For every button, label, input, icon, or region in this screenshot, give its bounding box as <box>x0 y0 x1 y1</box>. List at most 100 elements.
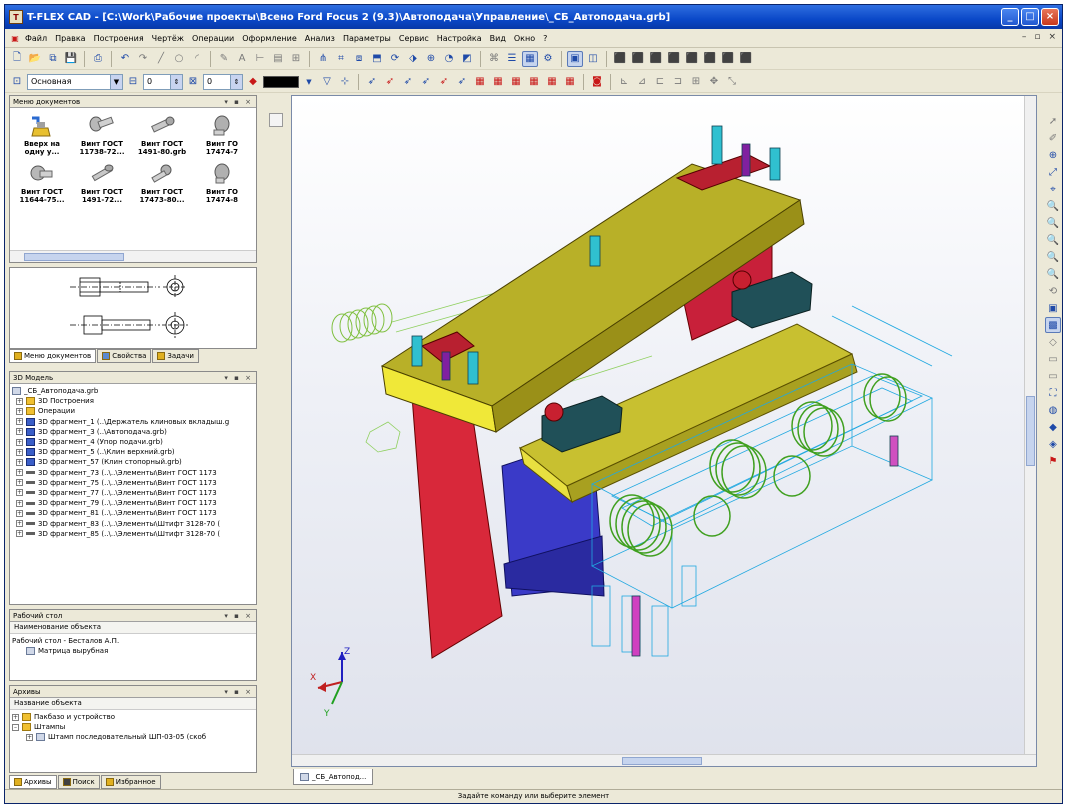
menu-help[interactable]: ? <box>539 34 551 43</box>
wireframe-icon[interactable]: ◇ <box>1045 334 1061 350</box>
menu-window[interactable]: Окно <box>510 34 539 43</box>
collapse-icon[interactable]: – <box>12 723 19 731</box>
light-icon[interactable]: ◍ <box>1045 402 1061 418</box>
3d-model-render[interactable]: Z X Y <box>292 96 1026 756</box>
menu-view[interactable]: Вид <box>486 34 510 43</box>
expand-icon[interactable]: + <box>16 479 23 487</box>
texture-icon[interactable]: ◈ <box>1045 436 1061 452</box>
undo-icon[interactable]: ↶ <box>117 51 133 67</box>
view-bottom-icon[interactable]: ⬛ <box>720 51 736 67</box>
select-body-icon[interactable]: ➶ <box>436 74 452 90</box>
camera-icon[interactable]: ⛶ <box>1045 385 1061 401</box>
pan-icon[interactable]: ⌖ <box>1045 181 1061 197</box>
filter-red4-icon[interactable]: ▦ <box>526 74 542 90</box>
window-2d-icon[interactable]: ◫ <box>585 51 601 67</box>
priority-input[interactable]: 0 ⇕ <box>203 73 243 90</box>
tree-item[interactable]: +3D фрагмент_75 (..\..\Элементы\Винт ГОС… <box>12 478 254 488</box>
print-icon[interactable]: ⎙ <box>90 51 106 67</box>
move-icon[interactable]: ✥ <box>706 74 722 90</box>
section-icon[interactable]: ▭ <box>1045 368 1061 384</box>
measure2-icon[interactable]: ⊿ <box>634 74 650 90</box>
spin-icon[interactable]: ⇕ <box>170 74 182 89</box>
view-dimetric-icon[interactable]: ⬛ <box>738 51 754 67</box>
expand-icon[interactable]: + <box>16 438 23 446</box>
variables-icon[interactable]: ⌘ <box>486 51 502 67</box>
menu-annotation[interactable]: Оформление <box>238 34 301 43</box>
mdi-minimize-button[interactable]: – <box>1022 32 1027 42</box>
horizontal-scrollbar[interactable] <box>10 250 256 262</box>
expand-icon[interactable]: + <box>16 397 23 405</box>
zoom-all-icon[interactable]: ⤢ <box>1045 164 1061 180</box>
layer-combo[interactable]: Основная ▼ <box>27 73 123 90</box>
mdi-close-button[interactable]: × <box>1048 32 1056 42</box>
boolean-icon[interactable]: ⊕ <box>423 51 439 67</box>
tab-search[interactable]: Поиск <box>57 775 100 789</box>
menu-edit[interactable]: Правка <box>51 34 89 43</box>
shaded-icon[interactable]: ▩ <box>1045 317 1061 333</box>
menu-drawing[interactable]: Чертёж <box>148 34 188 43</box>
tree-item[interactable]: +3D фрагмент_77 (..\..\Элементы\Винт ГОС… <box>12 488 254 498</box>
expand-icon[interactable]: + <box>26 733 33 741</box>
page-icon[interactable] <box>269 113 283 127</box>
select-face-icon[interactable]: ➶ <box>382 74 398 90</box>
tab-favorites[interactable]: Избранное <box>100 775 161 789</box>
maximize-button[interactable]: □ <box>1021 8 1039 26</box>
array-icon[interactable]: ⊞ <box>688 74 704 90</box>
section-icon[interactable]: ⊏ <box>652 74 668 90</box>
pick-icon[interactable]: ✐ <box>1045 130 1061 146</box>
expand-icon[interactable]: + <box>16 469 23 477</box>
scrollbar-thumb[interactable] <box>1026 396 1035 466</box>
circle-icon[interactable]: ○ <box>171 51 187 67</box>
tab-properties[interactable]: Свойства <box>97 349 152 363</box>
text-icon[interactable]: A <box>234 51 250 67</box>
zoom-in-icon[interactable]: 🔍 <box>1045 198 1061 214</box>
tree-item[interactable]: +3D фрагмент_3 (..\Автоподача.grb) <box>12 427 254 437</box>
tree-item[interactable]: +3D фрагмент_57 (Клин стопорный.grb) <box>12 457 254 467</box>
extrude-icon[interactable]: ⬒ <box>369 51 385 67</box>
library-item[interactable]: Винт ГОСТ 11738-72... <box>72 112 132 156</box>
hidden-lines-icon[interactable]: ▭ <box>1045 351 1061 367</box>
open-icon[interactable]: 📂 <box>27 51 43 67</box>
panel-controls[interactable]: ▾ ▪ × <box>224 688 253 696</box>
expand-icon[interactable]: + <box>16 458 23 466</box>
3d-profile-icon[interactable]: ⌗ <box>333 51 349 67</box>
expand-icon[interactable]: + <box>16 407 23 415</box>
rotate-view-icon[interactable]: 🔍 <box>1045 266 1061 282</box>
chevron-down-icon[interactable]: ▼ <box>110 74 122 89</box>
color-box[interactable] <box>263 75 299 88</box>
zoom-window-icon[interactable]: ⊕ <box>1045 147 1061 163</box>
scrollbar-thumb[interactable] <box>24 253 124 261</box>
chamfer-icon[interactable]: ◩ <box>459 51 475 67</box>
tree-item[interactable]: +3D Построения <box>12 396 254 406</box>
pen-icon[interactable]: ✎ <box>216 51 232 67</box>
horizontal-scrollbar[interactable] <box>292 754 1036 766</box>
table-icon[interactable]: ⊞ <box>288 51 304 67</box>
mdi-restore-button[interactable]: ▫ <box>1034 32 1040 42</box>
view-top-icon[interactable]: ⬛ <box>630 51 646 67</box>
filter-red2-icon[interactable]: ▦ <box>490 74 506 90</box>
tree-item[interactable]: +3D фрагмент_5 (..\Клин верхний.grb) <box>12 447 254 457</box>
library-item[interactable]: Винт ГОСТ 1491-72... <box>72 160 132 204</box>
line-icon[interactable]: ╱ <box>153 51 169 67</box>
render-icon[interactable]: ▣ <box>1045 300 1061 316</box>
tree-item[interactable]: +3D фрагмент_1 (..\Держатель клиновых вк… <box>12 417 254 427</box>
expand-icon[interactable]: + <box>16 418 23 426</box>
tab-tasks[interactable]: Задачи <box>152 349 199 363</box>
color-picker-icon[interactable]: ◆ <box>245 74 261 90</box>
tab-archives[interactable]: Архивы <box>9 775 57 789</box>
list-item[interactable]: Рабочий стол - Бесталов А.П. <box>12 636 254 646</box>
expand-icon[interactable]: + <box>12 713 19 721</box>
filter-icon[interactable]: ▽ <box>319 74 335 90</box>
menu-analysis[interactable]: Анализ <box>301 34 339 43</box>
menu-service[interactable]: Сервис <box>395 34 433 43</box>
spin-icon[interactable]: ⇕ <box>230 74 242 89</box>
list-item[interactable]: + Штамп последовательный ШП-03-05 (скоб <box>12 732 254 742</box>
animation-icon[interactable]: ⚑ <box>1045 453 1061 469</box>
tree-item[interactable]: +3D фрагмент_73 (..\..\Элементы\Винт ГОС… <box>12 468 254 478</box>
save-icon[interactable]: 💾 <box>63 51 79 67</box>
model-tree-icon[interactable]: ▦ <box>522 50 538 67</box>
select-operation-icon[interactable]: ➶ <box>454 74 470 90</box>
3d-node-icon[interactable]: ⋔ <box>315 51 331 67</box>
menu-operations[interactable]: Операции <box>188 34 238 43</box>
rotate-icon[interactable]: ⟳ <box>387 51 403 67</box>
